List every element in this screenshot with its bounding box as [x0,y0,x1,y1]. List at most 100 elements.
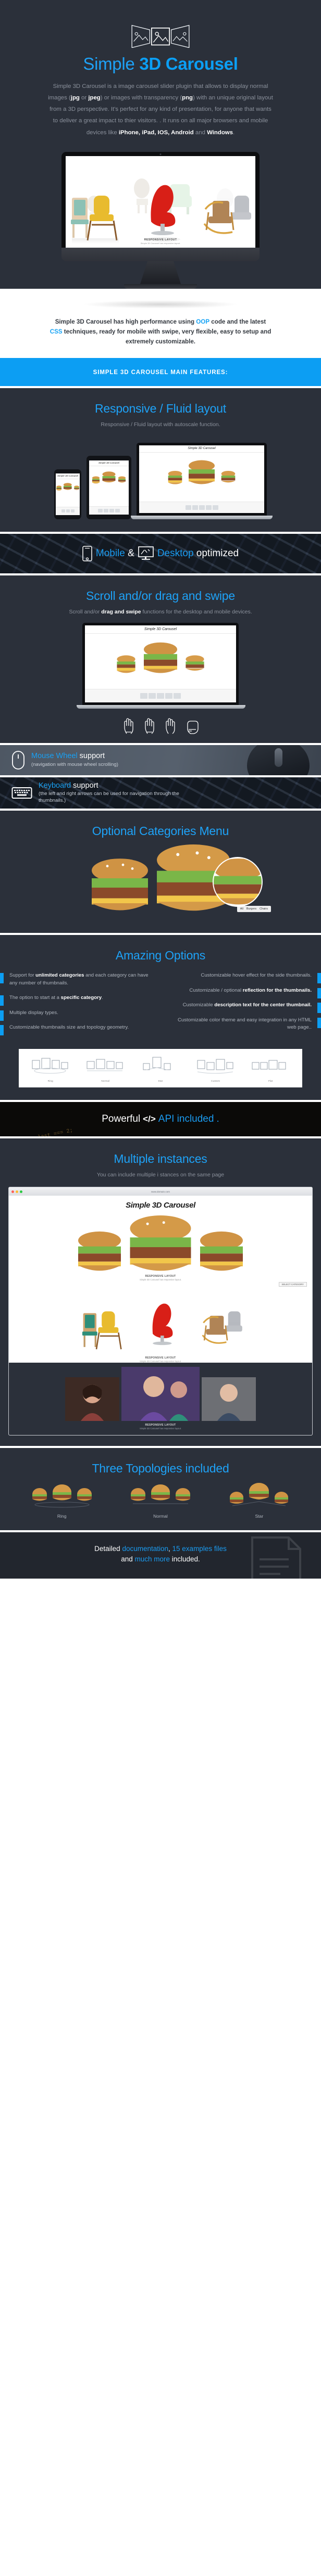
bullet-tick [317,988,321,998]
topology-normal: Normal [116,1483,205,1519]
opt-bold: reflection for the thumbnails. [242,987,312,993]
chair-thumbnail-right [203,188,251,234]
caption-subtitle: Simple 3D Carousel has responsive layout… [140,241,181,245]
opt-pre: Customizable thumbnails size and topolog… [9,1024,129,1030]
category-item-burgers[interactable]: Burgers [246,907,256,911]
thumb[interactable] [66,509,70,513]
scroll-sub-bold: drag and swipe [101,608,141,615]
responsive-subtitle: Responsive / Fluid layout with autoscale… [101,421,220,428]
thumb[interactable] [140,693,147,699]
burger-thumb [144,642,177,673]
code-icon: </> [143,1114,156,1124]
keyboard-icon [11,787,32,799]
topology-normal-diagram [87,1059,123,1071]
instances-title: Multiple instances [114,1152,207,1166]
thumb[interactable] [115,508,120,512]
thumb[interactable] [61,509,65,513]
diagram-label: Ring [47,1080,53,1083]
thumb[interactable] [157,693,164,699]
browser-minimize-dot[interactable] [16,1190,18,1193]
select-category-dropdown[interactable]: SELECT CATEGORY [278,1282,307,1287]
thumb[interactable] [70,509,75,513]
laptop-base [77,704,245,709]
category-item-all[interactable]: All [240,907,243,911]
mouse-title-rest: support [77,751,105,760]
thumb[interactable] [205,505,212,510]
hand-gesture-icons [0,709,321,743]
thumb[interactable] [98,508,103,512]
mouse-subtitle: (navigation with mouse wheel scrolling) [31,761,118,767]
phone-mockup: Simple 3D Carousel [54,469,81,519]
intro-section: Simple 3D Carousel has high performance … [0,288,321,358]
options-right-column: Customizable hover effect for the side t… [160,972,321,1039]
thumb[interactable] [104,508,108,512]
browser-url[interactable]: www.domain.com [151,1190,170,1193]
category-menu[interactable]: All Burgers Chairs [237,906,271,913]
thumb[interactable] [192,505,198,510]
instance-three: RESPONSIVE LAYOUT Simple 3D Carousel has… [9,1363,312,1436]
category-zoom-bubble [213,857,263,907]
option-item: Multiple display types. [0,1009,151,1021]
burger-thumb [221,470,236,483]
instances-section: Multiple instances You can include multi… [0,1138,321,1446]
category-item-chairs[interactable]: Chairs [260,907,268,911]
options-left-column: Support for unlimited categories and eac… [0,972,160,1039]
browser-maximize-dot[interactable] [20,1190,22,1193]
thumbnail-strip [85,688,236,702]
mouse-title-blue: Mouse Wheel [31,751,78,760]
hero-bold-windows: Windows [207,129,233,136]
opt-bold: specific category [60,995,102,1001]
instance-two [9,1288,312,1356]
hero-bold-jpeg: jpeg [88,94,101,101]
thumb[interactable] [174,693,181,699]
option-item: Customizable color theme and easy integr… [170,1017,321,1032]
responsive-section: Responsive / Fluid layout Responsive / F… [0,388,321,532]
option-item: Customizable thumbnails size and topolog… [0,1024,151,1035]
chair-thumbnail-right [202,1311,242,1344]
burger-thumb [168,470,182,484]
opt-bold: unlimited categories [35,972,84,979]
footer-examples-link[interactable]: 15 examples files [172,1545,227,1553]
instance-two-caption: RESPONSIVE LAYOUT [145,1356,176,1360]
topology-star-diagram [143,1057,171,1070]
categories-section: Optional Categories Menu All Burgers Cha… [0,811,321,933]
bullet-tick [317,1017,321,1028]
opt-pre: Customizable [182,1002,215,1008]
title-light: Simple [83,54,140,73]
main-features-bar: SIMPLE 3D CAROUSEL MAIN FEATURES: [0,358,321,387]
topology-ring-preview [32,1484,92,1508]
opt-bold: description text for the center thumbnai… [214,1002,312,1008]
landing-page: Simple 3D Carousel Simple 3D Carousel is… [0,0,321,1579]
optimized-word: optimized [193,547,239,559]
hero-text-5: and [193,129,207,136]
hand-drag-icon [166,718,175,734]
keyboard-title-blue: Keyboard [39,781,71,790]
thumb[interactable] [109,508,114,512]
footer-documentation-link[interactable]: documentation [122,1545,168,1553]
browser-close-dot[interactable] [11,1190,14,1193]
thumb[interactable] [212,505,218,510]
keyboard-support: Keyboard support (the left and right arr… [0,777,321,809]
footer-text-1: Detailed [94,1545,122,1553]
thumb[interactable] [149,693,156,699]
thumb[interactable] [165,693,172,699]
chair-thumbnail-left [71,195,119,243]
diagram-cell: Ring [26,1054,75,1082]
mini-logo-tablet: Simple 3D Carousel [98,462,120,465]
burger-thumb [118,476,126,483]
bullet-tick [0,1010,4,1021]
diagram-label: Normal [101,1080,110,1083]
api-section: ofType return first === 1 && last === 2;… [0,1102,321,1137]
thumb[interactable] [185,505,191,510]
thumb[interactable] [199,505,205,510]
burger-thumb-center [130,1215,191,1271]
chair-thumbnail-center [134,178,192,242]
option-item: Customizable / optional reflection for t… [170,987,321,998]
intro-text-2: code and the latest [209,318,266,325]
hand-swipe-left-icon [124,718,133,734]
categories-visual: All Burgers Chairs [0,841,321,933]
page-title: Simple 3D Carousel [0,55,321,73]
topology-flat-diagram [252,1060,286,1070]
hero-bold-png: png [182,94,193,101]
imac-screen: RESPONSIVE LAYOUT Simple 3D Carousel has… [66,156,255,248]
